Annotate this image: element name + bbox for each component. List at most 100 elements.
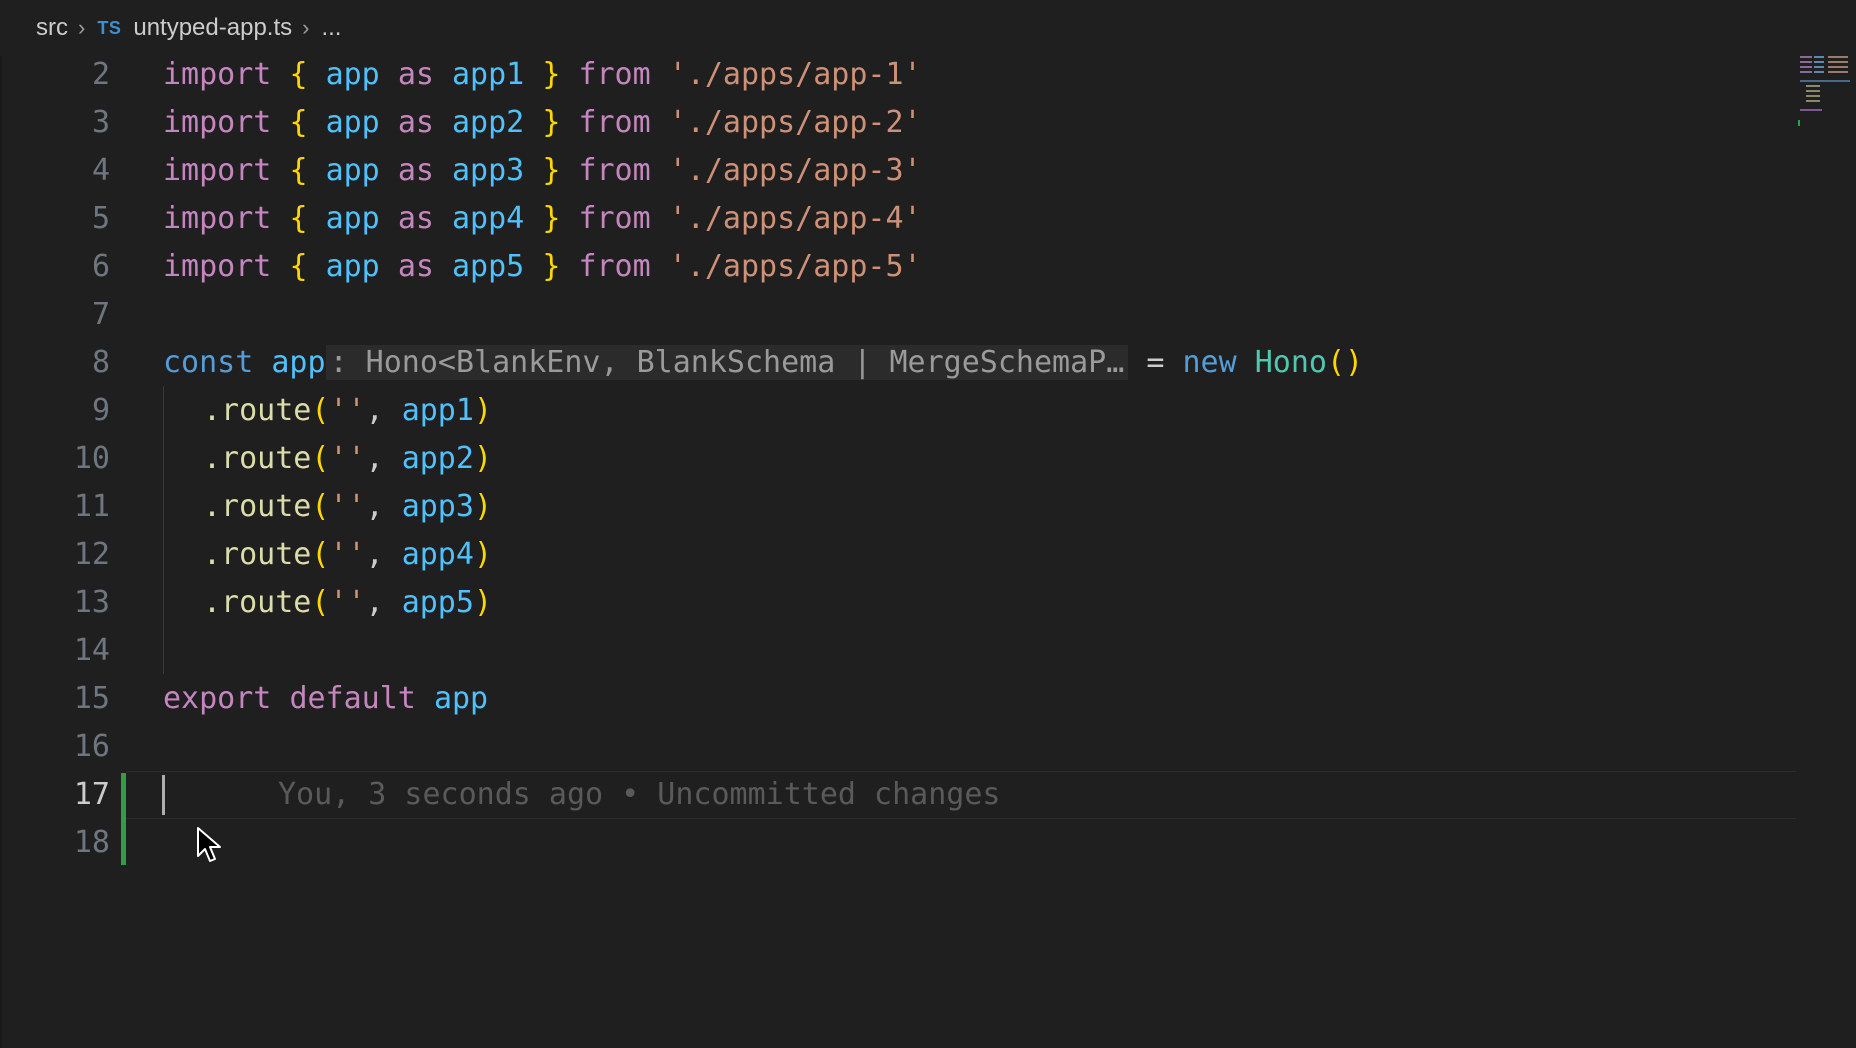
inlay-type-hint[interactable]: : Hono<BlankEnv, BlankSchema | MergeSche… [325,345,1129,380]
identifier: app2 [401,441,474,476]
paren: ( [311,585,330,620]
string-literal: '' [329,585,366,620]
keyword: from [578,249,651,284]
minimap[interactable] [1798,54,1854,126]
text-cursor [162,775,165,815]
identifier: app3 [401,489,474,524]
code-line[interactable]: .route('', app1) [203,387,492,435]
git-added-indicator[interactable] [121,773,126,865]
line-number[interactable]: 12 [0,531,110,579]
code-line[interactable]: .route('', app3) [203,483,492,531]
identifier: app [325,249,380,284]
typescript-file-icon: TS [97,17,122,38]
code-line[interactable]: .route('', app4) [203,531,492,579]
code-line[interactable]: import { app as app2 } from './apps/app-… [163,99,922,147]
breadcrumb-symbols[interactable]: ... [321,14,341,42]
code-line[interactable]: import { app as app3 } from './apps/app-… [163,147,922,195]
keyword: import [163,201,272,236]
keyword: import [163,57,272,92]
code-line[interactable]: const app: Hono<BlankEnv, BlankSchema | … [163,339,1363,387]
line-number[interactable]: 10 [0,435,110,483]
string-literal: './apps/app-3' [668,153,922,188]
keyword: as [397,57,434,92]
class-name: Hono [1254,345,1327,380]
method-call: .route [203,537,312,572]
code-line[interactable]: export default app [163,675,488,723]
code-line[interactable]: .route('', app2) [203,435,492,483]
line-number[interactable]: 7 [0,291,110,339]
brace: } [542,153,561,188]
code-line[interactable]: .route('', app5) [203,579,492,627]
line-number[interactable]: 6 [0,243,110,291]
keyword: as [397,153,434,188]
brace: } [542,249,561,284]
keyword: from [578,57,651,92]
code-line[interactable]: import { app as app4 } from './apps/app-… [163,195,922,243]
comma: , [365,489,384,524]
identifier: app3 [452,153,525,188]
identifier: app [325,57,380,92]
line-number[interactable]: 5 [0,195,110,243]
line-number[interactable]: 18 [0,819,110,867]
paren: ) [473,585,492,620]
keyword: from [578,105,651,140]
string-literal: '' [329,441,366,476]
code-editor[interactable]: src › TS untyped-app.ts › ... 2 import {… [0,0,1856,1048]
paren: ( [311,537,330,572]
line-number[interactable]: 13 [0,579,110,627]
keyword: import [163,153,272,188]
string-literal: '' [329,489,366,524]
paren: ) [473,537,492,572]
comma: , [365,537,384,572]
identifier: app5 [452,249,525,284]
comma: , [365,441,384,476]
keyword: const [163,345,254,380]
line-number[interactable]: 14 [0,627,110,675]
identifier: app [433,681,489,716]
identifier: app1 [452,57,525,92]
chevron-right-icon: › [302,15,310,40]
brace: { [289,57,308,92]
git-blame-annotation: You, 3 seconds ago • Uncommitted changes [278,777,1001,812]
paren: ( [311,393,330,428]
line-number-active[interactable]: 17 [0,771,110,819]
keyword: export [163,681,272,716]
code-line[interactable]: import { app as app1 } from './apps/app-… [163,51,922,99]
line-number[interactable]: 3 [0,99,110,147]
line-number[interactable]: 11 [0,483,110,531]
string-literal: './apps/app-2' [668,105,922,140]
line-number[interactable]: 15 [0,675,110,723]
string-literal: './apps/app-1' [668,57,922,92]
keyword: new [1182,345,1237,380]
string-literal: './apps/app-5' [668,249,922,284]
paren: ( [311,441,330,476]
keyword: from [578,153,651,188]
method-call: .route [203,441,312,476]
identifier: app [325,201,380,236]
mouse-pointer-icon [197,827,221,862]
comma: , [365,393,384,428]
keyword: import [163,249,272,284]
line-number[interactable]: 2 [0,51,110,99]
breadcrumb: src › TS untyped-app.ts › ... [0,0,1856,56]
string-literal: '' [329,393,366,428]
indent-guide [163,386,164,674]
code-line[interactable]: import { app as app5 } from './apps/app-… [163,243,922,291]
comma: , [365,585,384,620]
breadcrumb-folder[interactable]: src [36,14,68,42]
paren: ) [473,489,492,524]
identifier: app2 [452,105,525,140]
keyword: as [397,249,434,284]
line-number[interactable]: 4 [0,147,110,195]
brace: { [289,153,308,188]
line-number[interactable]: 16 [0,723,110,771]
keyword: as [397,201,434,236]
identifier: app5 [401,585,474,620]
keyword: from [578,201,651,236]
breadcrumb-file[interactable]: untyped-app.ts [133,14,292,42]
line-number[interactable]: 8 [0,339,110,387]
string-literal: './apps/app-4' [668,201,922,236]
line-number[interactable]: 9 [0,387,110,435]
paren: ) [473,393,492,428]
brace: } [542,105,561,140]
